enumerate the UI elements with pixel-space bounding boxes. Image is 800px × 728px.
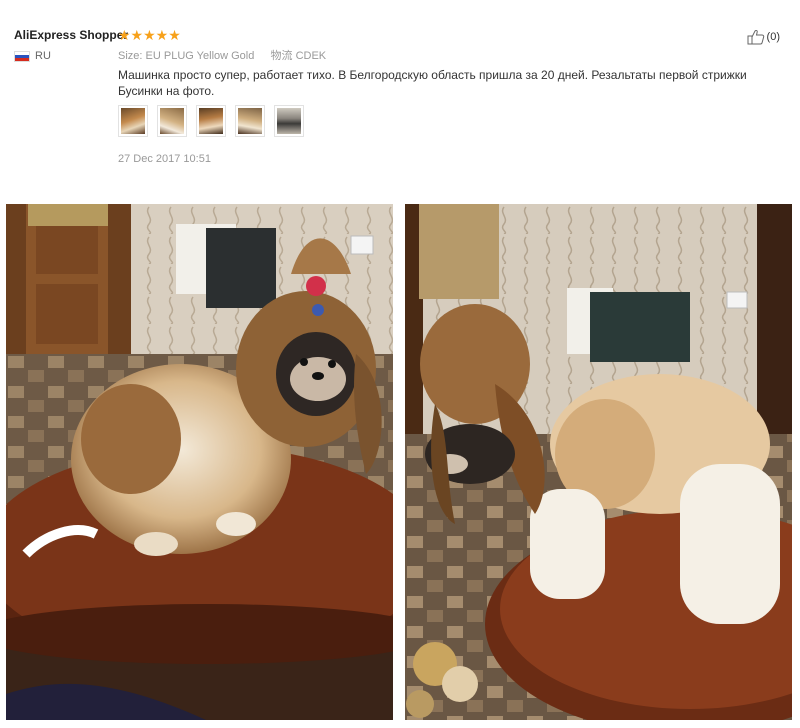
russia-flag-icon (14, 51, 30, 62)
photo-thumbnails (118, 105, 304, 137)
review-photo-after[interactable] (405, 204, 792, 720)
thumbs-up-icon (747, 29, 764, 45)
photo-thumbnail[interactable] (274, 105, 304, 137)
photo-thumbnail[interactable] (196, 105, 226, 137)
review-date: 27 Dec 2017 10:51 (118, 153, 211, 165)
helpful-button[interactable]: (0) (747, 29, 780, 45)
helpful-count: (0) (766, 31, 780, 43)
reviewer-country: RU (35, 50, 51, 62)
shipping-label: 物流 (270, 50, 293, 62)
review-photo-before[interactable] (6, 204, 393, 720)
photo-thumbnail[interactable] (235, 105, 265, 137)
photo-thumbnail[interactable] (118, 105, 148, 137)
photo-thumbnail[interactable] (157, 105, 187, 137)
reviewer-name: AliExpress Shopper (14, 28, 129, 42)
review-text: Машинка просто супер, работает тихо. В Б… (118, 68, 747, 98)
star-rating: ★★★★★ (118, 27, 181, 43)
size-label: Size: (118, 50, 143, 62)
size-value: EU PLUG Yellow Gold (145, 50, 255, 62)
order-info: Size: EU PLUG Yellow Gold 物流 CDEK (118, 47, 326, 63)
shipping-value: CDEK (295, 50, 327, 62)
review-item: AliExpress Shopper RU ★★★★★ Size: EU PLU… (0, 0, 800, 190)
